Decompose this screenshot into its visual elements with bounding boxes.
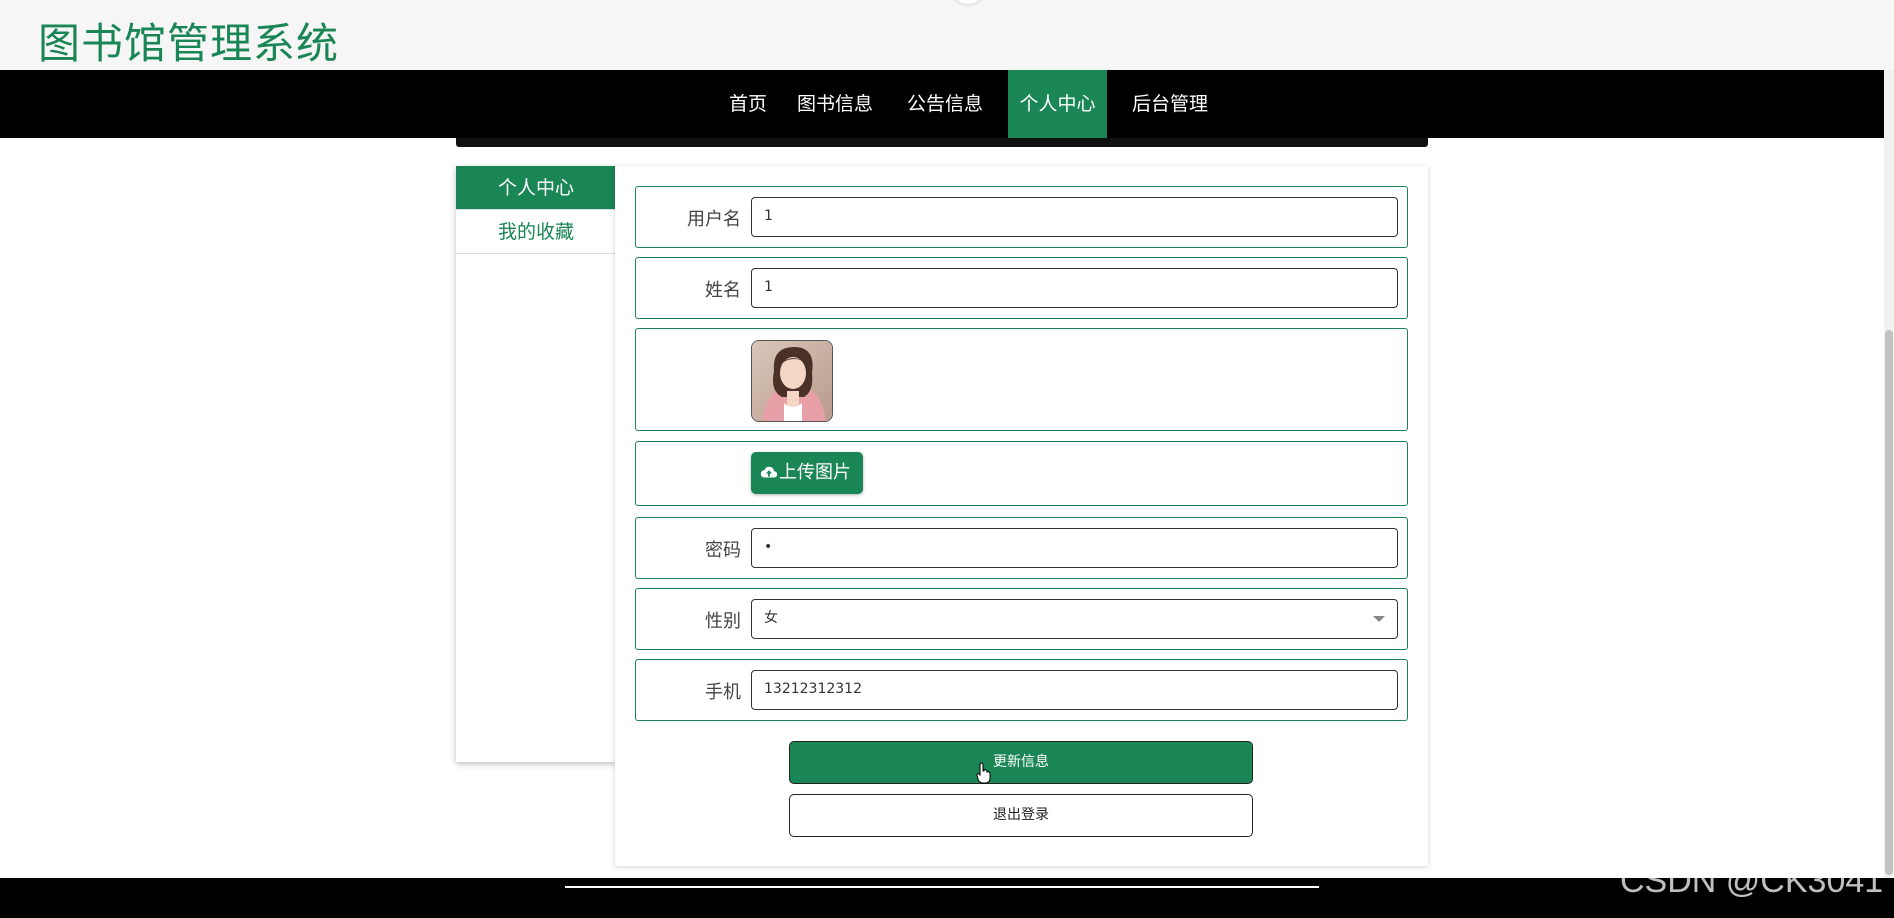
phone-label: 手机 [705,682,741,703]
name-label: 姓名 [705,280,741,301]
phone-input[interactable]: 13212312312 [751,670,1398,710]
upload-row: 上传图片 [635,441,1408,506]
password-input[interactable]: • [751,528,1398,568]
gender-label: 性别 [705,611,741,632]
gender-selected-value: 女 [764,610,778,626]
cloud-upload-icon [760,466,778,478]
site-title: 图书馆管理系统 [38,19,340,68]
update-info-button[interactable]: 更新信息 [789,741,1253,784]
nav-underbar [456,138,1428,147]
top-handle [951,0,985,4]
bottom-bar [0,878,1894,918]
profile-form: 用户名 1 姓名 1 上传图片 密码 • 性别 女 手机 13212312312… [615,166,1428,866]
username-label: 用户名 [687,209,741,230]
chevron-down-icon [1373,616,1385,622]
nav-personal-center[interactable]: 个人中心 [1008,70,1107,138]
header-bar: 图书馆管理系统 [0,0,1894,70]
password-row: 密码 • [635,517,1408,579]
name-input[interactable]: 1 [751,268,1398,308]
nav-admin[interactable]: 后台管理 [1124,70,1216,138]
nav-book-info[interactable]: 图书信息 [790,70,880,138]
page-scrollbar-thumb[interactable] [1885,330,1893,875]
nav-announcements[interactable]: 公告信息 [900,70,990,138]
hand-pointer-icon [976,762,991,784]
phone-row: 手机 13212312312 [635,659,1408,721]
nav-home[interactable]: 首页 [694,70,802,138]
upload-button-label: 上传图片 [779,462,851,483]
avatar-row [635,328,1408,431]
upload-image-button[interactable]: 上传图片 [751,452,863,494]
username-row: 用户名 1 [635,186,1408,248]
sidebar-item-personal-center[interactable]: 个人中心 [456,166,616,210]
password-label: 密码 [705,540,741,561]
main-nav: 首页 图书信息 公告信息 个人中心 后台管理 [0,70,1884,138]
avatar-image [751,340,833,422]
watermark: CSDN @CK3041 [1620,862,1884,900]
sidebar-item-favorites[interactable]: 我的收藏 [456,210,616,254]
sidebar: 个人中心 我的收藏 [456,166,616,762]
bottom-progress-line [565,886,1319,888]
gender-select[interactable]: 女 [751,599,1398,639]
username-input[interactable]: 1 [751,197,1398,237]
gender-row: 性别 女 [635,588,1408,650]
name-row: 姓名 1 [635,257,1408,319]
logout-button[interactable]: 退出登录 [789,794,1253,837]
